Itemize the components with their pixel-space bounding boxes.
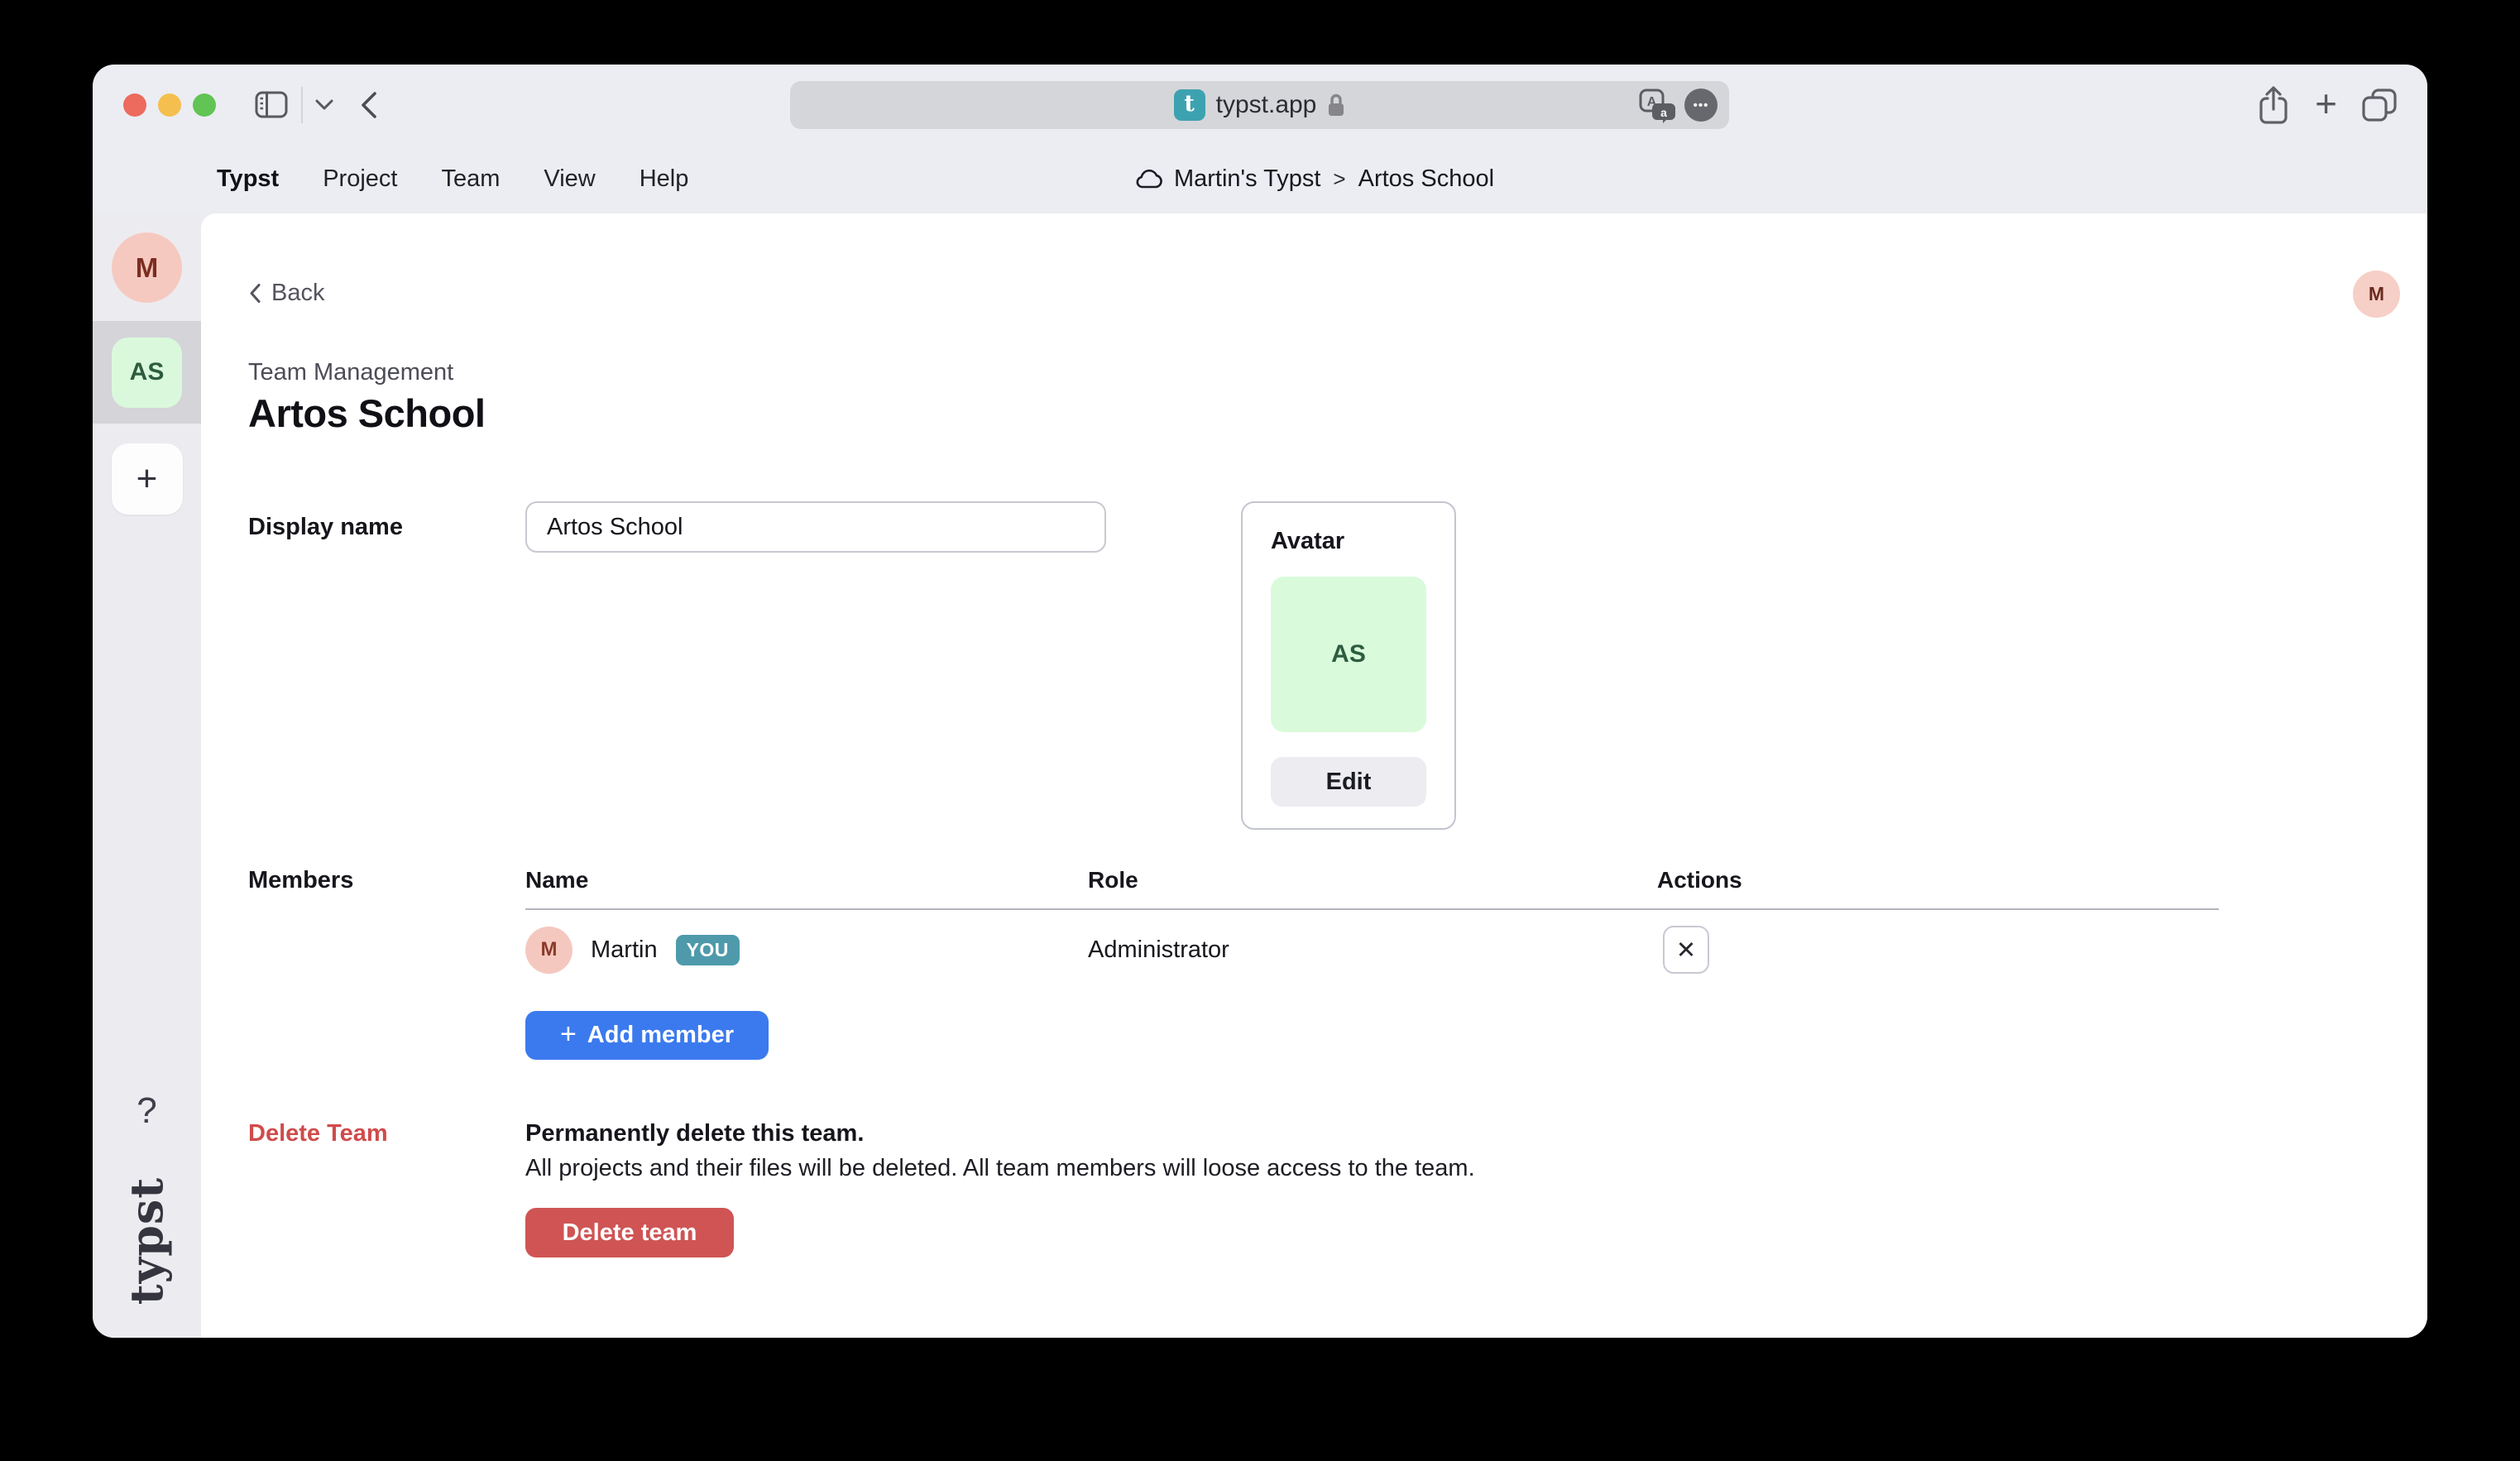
- you-badge: YOU: [676, 935, 740, 965]
- chevron-left-icon: [248, 282, 261, 304]
- address-bar-right-group: A a •••: [1638, 81, 1718, 129]
- traffic-lights: [123, 65, 216, 145]
- menu-project[interactable]: Project: [323, 165, 397, 193]
- new-tab-icon[interactable]: +: [2315, 84, 2337, 126]
- cloud-icon: [1135, 169, 1163, 190]
- typst-logo: typst: [93, 1162, 211, 1320]
- column-header-actions: Actions: [1657, 867, 1742, 893]
- menu-items: Typst Project Team View Help: [217, 145, 688, 213]
- menu-help[interactable]: Help: [640, 165, 689, 193]
- back-label: Back: [271, 280, 324, 307]
- svg-text:a: a: [1660, 106, 1667, 119]
- url-text: typst.app: [1216, 91, 1317, 119]
- breadcrumb: Martin's Typst > Artos School: [1135, 145, 1494, 213]
- display-name-input[interactable]: [525, 501, 1106, 553]
- workspace-sidebar: M AS + ? typst: [93, 213, 201, 1338]
- site-favicon: t: [1174, 89, 1205, 121]
- translate-icon[interactable]: A a: [1638, 87, 1678, 123]
- sidebar-selected-band: AS: [93, 321, 201, 424]
- breadcrumb-current[interactable]: Artos School: [1358, 165, 1494, 193]
- minimize-window-button[interactable]: [158, 93, 181, 117]
- main-content: Back M Team Management Artos School Disp…: [201, 213, 2427, 1338]
- sidebar-toggle-icon[interactable]: [255, 91, 288, 118]
- table-divider: [525, 908, 2219, 910]
- chevron-down-icon[interactable]: [314, 98, 334, 111]
- member-name: Martin: [591, 936, 658, 964]
- add-member-label: Add member: [587, 1022, 734, 1049]
- column-header-role: Role: [1088, 867, 1138, 893]
- menu-typst[interactable]: Typst: [217, 165, 279, 193]
- sidebar-item-user[interactable]: M: [112, 232, 182, 303]
- help-icon[interactable]: ?: [137, 1093, 156, 1129]
- toolbar-nav-group: [255, 65, 379, 145]
- members-label: Members: [248, 867, 353, 894]
- remove-member-button[interactable]: ✕: [1663, 926, 1709, 974]
- address-bar[interactable]: t typst.app A a •••: [790, 81, 1729, 129]
- menu-team[interactable]: Team: [441, 165, 500, 193]
- share-icon[interactable]: [2256, 84, 2291, 126]
- toolbar-right-group: +: [2256, 65, 2398, 145]
- page-title: Artos School: [248, 390, 485, 436]
- plus-icon: +: [560, 1020, 577, 1051]
- delete-team-description: All projects and their files will be del…: [525, 1155, 1475, 1182]
- avatar-card-title: Avatar: [1271, 528, 1426, 555]
- menu-view[interactable]: View: [544, 165, 595, 193]
- browser-window: t typst.app A a •••: [93, 65, 2427, 1338]
- lock-icon: [1327, 93, 1345, 117]
- table-row: M Martin YOU: [525, 926, 740, 974]
- team-avatar-preview: AS: [1271, 577, 1426, 732]
- toolbar-divider: [301, 87, 303, 123]
- member-role: Administrator: [1088, 926, 1229, 974]
- avatar-card: Avatar AS Edit: [1241, 501, 1456, 830]
- app-menubar: Typst Project Team View Help Martin's Ty…: [93, 145, 2427, 213]
- add-member-button[interactable]: + Add member: [525, 1011, 769, 1060]
- section-label: Team Management: [248, 359, 453, 386]
- back-button[interactable]: Back: [248, 280, 324, 307]
- sidebar-item-team[interactable]: AS: [112, 338, 182, 408]
- close-icon: ✕: [1676, 936, 1696, 965]
- delete-team-button[interactable]: Delete team: [525, 1208, 734, 1257]
- close-window-button[interactable]: [123, 93, 146, 117]
- page-settings-icon[interactable]: •••: [1684, 89, 1718, 122]
- user-avatar[interactable]: M: [2353, 271, 2400, 318]
- member-avatar: M: [525, 927, 573, 974]
- browser-back-icon[interactable]: [359, 90, 379, 120]
- delete-team-heading: Permanently delete this team.: [525, 1120, 864, 1147]
- column-header-name: Name: [525, 867, 588, 893]
- display-name-label: Display name: [248, 501, 403, 553]
- breadcrumb-workspace[interactable]: Martin's Typst: [1174, 165, 1320, 193]
- tab-overview-icon[interactable]: [2361, 88, 2398, 122]
- edit-avatar-button[interactable]: Edit: [1271, 757, 1426, 807]
- zoom-window-button[interactable]: [193, 93, 216, 117]
- delete-team-label: Delete Team: [248, 1120, 388, 1147]
- add-workspace-button[interactable]: +: [112, 443, 183, 515]
- breadcrumb-separator: >: [1331, 166, 1347, 192]
- browser-toolbar: t typst.app A a •••: [93, 65, 2427, 145]
